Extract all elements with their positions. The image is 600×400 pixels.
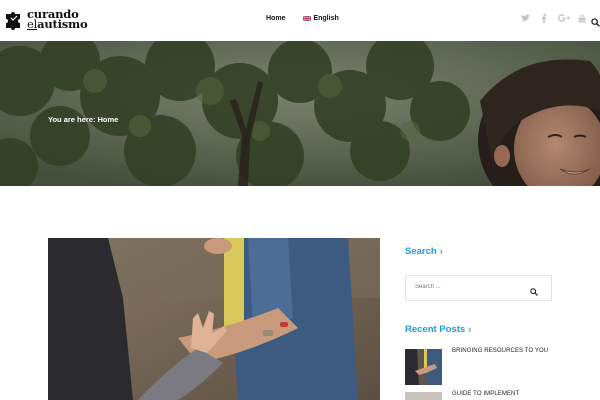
- social-links: Tube: [520, 14, 587, 24]
- google-plus-icon[interactable]: [558, 14, 570, 24]
- site-logo[interactable]: curando elautismo: [3, 8, 88, 30]
- youtube-icon[interactable]: Tube: [577, 14, 587, 24]
- search-widget-title: Search ›: [405, 246, 443, 257]
- main-nav: Home English: [266, 15, 339, 22]
- sidebar-search-box: [405, 275, 552, 301]
- chevron-right-icon: ›: [439, 246, 443, 256]
- recent-posts-title: Recent Posts ›: [405, 324, 471, 335]
- nav-language[interactable]: English: [303, 15, 339, 22]
- search-input[interactable]: [415, 284, 515, 290]
- logo-text: curando elautismo: [27, 8, 88, 31]
- featured-post-image[interactable]: [48, 238, 380, 400]
- logo-line2: elautismo: [27, 17, 88, 31]
- search-widget-title-text: Search: [405, 246, 437, 257]
- facebook-icon[interactable]: [539, 14, 549, 24]
- puzzle-logo-icon: [3, 8, 25, 30]
- helping-hands-photo: [48, 238, 380, 400]
- logo-line2-prefix: el: [27, 17, 38, 31]
- hero-background-image: [0, 41, 600, 186]
- nav-home[interactable]: Home: [266, 15, 285, 22]
- site-header: curando elautismo Home English Tube: [0, 0, 600, 41]
- chevron-right-icon: ›: [468, 324, 472, 334]
- logo-line2-suffix: autismo: [37, 17, 88, 31]
- recent-posts-title-text: Recent Posts: [405, 324, 466, 335]
- search-icon[interactable]: [591, 14, 600, 27]
- hero-banner: You are here: Home: [0, 41, 600, 186]
- svg-text:Tube: Tube: [578, 19, 586, 23]
- twitter-icon[interactable]: [520, 14, 530, 24]
- nav-language-label: English: [313, 15, 339, 22]
- recent-post-link[interactable]: GUIDE TO IMPLEMENT: [452, 391, 519, 397]
- recent-post-thumbnail[interactable]: [405, 349, 442, 385]
- recent-post-link[interactable]: BRINGING RESOURCES TO YOU: [452, 348, 548, 354]
- recent-post-photo: [405, 349, 442, 385]
- recent-post-thumbnail[interactable]: [405, 392, 442, 400]
- search-submit-icon[interactable]: [530, 283, 541, 296]
- breadcrumb: You are here: Home: [48, 115, 119, 124]
- uk-flag-icon: [303, 16, 312, 21]
